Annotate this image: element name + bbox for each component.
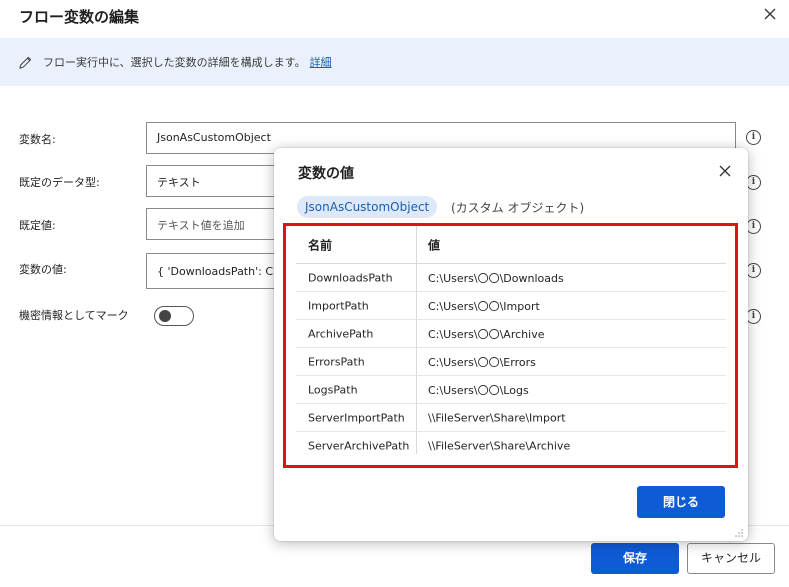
banner-message: フロー実行中に、選択した変数の詳細を構成します。 詳細: [43, 54, 332, 70]
pencil-icon: [19, 56, 32, 69]
row-name: ServerArchivePath: [308, 439, 410, 453]
window-title: フロー変数の編集: [19, 8, 140, 26]
info-icon[interactable]: i: [746, 219, 761, 234]
table-header: 名前 値: [296, 226, 726, 264]
values-table: 名前 値 DownloadsPath C:\Users\〇〇\Downloads…: [296, 226, 726, 460]
table-row: ServerArchivePath \\FileServer\Share\Arc…: [296, 432, 726, 460]
info-icon[interactable]: i: [746, 130, 761, 145]
table-row: ServerImportPath \\FileServer\Share\Impo…: [296, 404, 726, 432]
dialog-title: 変数の値: [298, 166, 354, 182]
toggle-knob: [159, 310, 171, 322]
close-icon[interactable]: [762, 6, 778, 22]
variable-chip: JsonAsCustomObject: [297, 196, 438, 218]
variable-type-text: (カスタム オブジェクト): [451, 201, 585, 215]
info-icon[interactable]: i: [746, 175, 761, 190]
cancel-button[interactable]: キャンセル: [687, 543, 775, 574]
save-button[interactable]: 保存: [591, 543, 679, 574]
variable-value-dialog: 変数の値 JsonAsCustomObject (カスタム オブジェクト) 名前…: [274, 148, 748, 541]
default-type-label: 既定のデータ型:: [19, 176, 100, 189]
table-row: ArchivePath C:\Users\〇〇\Archive: [296, 320, 726, 348]
info-icon[interactable]: i: [746, 309, 761, 324]
row-name: ImportPath: [308, 299, 369, 312]
row-name: LogsPath: [308, 383, 358, 396]
details-link[interactable]: 詳細: [310, 56, 332, 69]
variable-name-label: 変数名:: [19, 133, 56, 146]
row-name: DownloadsPath: [308, 271, 393, 284]
row-name: ServerImportPath: [308, 411, 405, 424]
default-value-label: 既定値:: [19, 219, 56, 232]
table-row: DownloadsPath C:\Users\〇〇\Downloads: [296, 264, 726, 292]
table-row: LogsPath C:\Users\〇〇\Logs: [296, 376, 726, 404]
row-value: C:\Users\〇〇\Downloads: [428, 271, 564, 285]
row-value: C:\Users\〇〇\Archive: [428, 327, 545, 341]
row-name: ArchivePath: [308, 327, 374, 340]
row-value: \\FileServer\Share\Archive: [428, 439, 571, 453]
row-value: C:\Users\〇〇\Errors: [428, 355, 536, 369]
resize-grip-icon[interactable]: [734, 528, 744, 538]
close-icon[interactable]: [718, 164, 732, 178]
row-value: \\FileServer\Share\Import: [428, 411, 566, 424]
info-icon[interactable]: i: [746, 263, 761, 278]
variable-value-label: 変数の値:: [19, 263, 67, 276]
table-row: ImportPath C:\Users\〇〇\Import: [296, 292, 726, 320]
table-row: ErrorsPath C:\Users\〇〇\Errors: [296, 348, 726, 376]
row-name: ErrorsPath: [308, 355, 365, 368]
row-value: C:\Users\〇〇\Import: [428, 299, 540, 313]
close-button[interactable]: 閉じる: [637, 486, 725, 518]
sensitive-label: 機密情報としてマーク: [19, 309, 129, 322]
sensitive-toggle[interactable]: [154, 306, 194, 326]
column-header-name: 名前: [308, 238, 333, 252]
banner-text: フロー実行中に、選択した変数の詳細を構成します。: [43, 56, 306, 69]
info-banner: フロー実行中に、選択した変数の詳細を構成します。 詳細: [0, 38, 789, 86]
column-header-value: 値: [428, 238, 441, 252]
row-value: C:\Users\〇〇\Logs: [428, 383, 529, 397]
